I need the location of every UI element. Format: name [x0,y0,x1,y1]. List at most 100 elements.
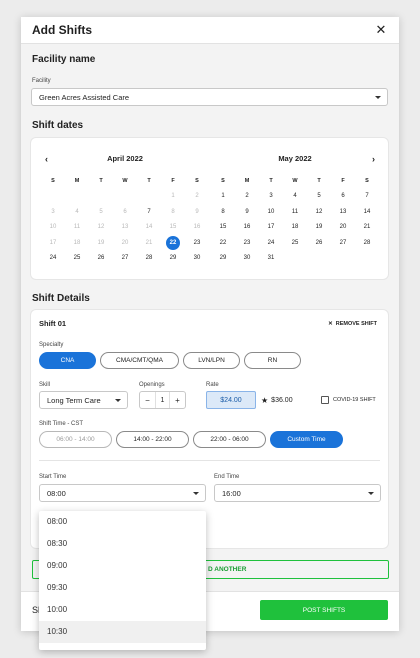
calendar-day-disabled: 9 [195,208,199,215]
calendar-day[interactable]: 10 [259,205,283,221]
weekday-label: T [99,178,103,184]
start-time-select[interactable]: 08:00 [39,484,206,502]
end-time-select[interactable]: 16:00 [214,484,381,502]
calendar-day[interactable]: 28 [137,251,161,267]
specialty-cna[interactable]: CNA [39,352,96,369]
calendar-day-disabled: 10 [49,224,57,230]
time-option-afternoon[interactable]: 14:00 - 22:00 [116,431,189,448]
modal-header: Add Shifts ✕ [21,17,399,44]
weekday-label: F [171,178,175,184]
chevron-down-icon [115,399,121,402]
calendar-day[interactable]: 25 [65,251,89,267]
calendar-week: 3 4 5 6 7 8 9 [41,205,209,221]
calendar-day[interactable]: 30 [185,251,209,267]
calendar-day[interactable]: 3 [259,189,283,205]
openings-stepper[interactable]: − 1 + [139,391,186,409]
add-another-label: D ANOTHER [208,566,247,573]
specialty-rn[interactable]: RN [244,352,301,369]
calendar-day[interactable]: 26 [89,251,113,267]
time-option-custom[interactable]: Custom Time [270,431,343,448]
specialty-cma[interactable]: CMA/CMT/QMA [100,352,179,369]
start-time-label: Start Time [39,474,67,480]
calendar-day[interactable]: 7 [355,189,379,205]
rate-input[interactable]: $24.00 [206,391,256,409]
calendar-day[interactable]: 15 [211,220,235,236]
calendar-month-may: May 2022 › SMTWTFS 1 2 3 4 5 6 7 8 9 10 11 12 13 14 15… [211,154,379,267]
weekday-label: M [74,178,80,184]
start-time-option[interactable]: 09:30 [39,577,206,599]
calendar-day[interactable]: 27 [331,236,355,252]
calendar-day[interactable]: 30 [235,251,259,267]
weekday-label: S [221,178,225,184]
calendar-day[interactable]: 2 [235,189,259,205]
calendar-day[interactable]: 31 [259,251,283,267]
calendar-empty-cell [113,189,137,205]
calendar-day[interactable]: 11 [283,205,307,221]
calendar-day-disabled: 5 [99,208,103,215]
calendar-day[interactable]: 13 [331,205,355,221]
calendar-day[interactable]: 19 [307,220,331,236]
time-option-morning[interactable]: 06:00 - 14:00 [39,431,112,448]
calendar-day[interactable]: 12 [307,205,331,221]
time-option-night[interactable]: 22:00 - 06:00 [193,431,266,448]
rate-alt: ★ $36.00 [261,391,293,409]
calendar-day-disabled: 4 [75,208,79,215]
calendar-day[interactable]: 29 [161,251,185,267]
start-time-option[interactable]: 09:00 [39,555,206,577]
calendar-day[interactable]: 20 [331,220,355,236]
calendar-day[interactable]: 5 [307,189,331,205]
remove-shift-button[interactable]: ✕ REMOVE SHIFT [328,321,377,327]
start-time-option[interactable]: 08:30 [39,533,206,555]
plus-icon[interactable]: + [170,392,185,408]
minus-icon[interactable]: − [140,392,155,408]
calendar-day[interactable]: 29 [211,251,235,267]
chevron-right-icon[interactable]: › [372,154,375,164]
calendar-day-disabled: 3 [51,208,55,215]
calendar-day-disabled: 19 [97,239,105,246]
calendar-day[interactable]: 8 [211,205,235,221]
calendar-day[interactable]: 18 [283,220,307,236]
skill-label: Skill [39,382,51,388]
weekday-label: T [317,178,321,184]
calendar-day[interactable]: 23 [235,236,259,252]
calendar-day[interactable]: 24 [259,236,283,252]
weekday-row: SMTWTFS [211,173,379,189]
calendar-day[interactable]: 1 [211,189,235,205]
start-time-option[interactable]: 10:00 [39,599,206,621]
calendar-day[interactable]: 14 [355,205,379,221]
calendar-week: 22 23 24 25 26 27 28 [211,236,379,252]
calendar-day[interactable]: 16 [235,220,259,236]
calendar-day[interactable]: 7 [137,205,161,221]
rate-alt-value: $36.00 [271,396,293,404]
post-shifts-button[interactable]: POST SHIFTS [260,600,388,620]
calendar-day[interactable]: 23 [185,236,209,252]
calendar-day[interactable]: 24 [41,251,65,267]
calendar-day[interactable]: 21 [355,220,379,236]
calendar-day[interactable]: 9 [235,205,259,221]
star-icon: ★ [261,395,269,405]
calendar-day-disabled: 16 [193,224,201,230]
calendar-day-disabled: 14 [145,224,153,230]
calendar-day-disabled: 18 [73,239,81,246]
covid-checkbox[interactable] [321,396,329,404]
chevron-left-icon[interactable]: ‹ [45,154,48,164]
calendar-day[interactable]: 6 [331,189,355,205]
start-time-option-highlighted[interactable]: 10:30 [39,621,206,643]
skill-select[interactable]: Long Term Care [39,391,128,409]
calendar-day[interactable]: 17 [259,220,283,236]
calendar-empty-cell [137,189,161,205]
calendar-day-selected[interactable]: 22 [161,235,185,252]
calendar-day[interactable]: 28 [355,236,379,252]
calendar-day[interactable]: 27 [113,251,137,267]
calendar-day[interactable]: 22 [211,236,235,252]
facility-select[interactable]: Green Acres Assisted Care [31,88,388,106]
calendar-day[interactable]: 4 [283,189,307,205]
shift-dates-section-title: Shift dates [32,120,84,131]
shift-title: Shift 01 [39,319,67,328]
calendar-day[interactable]: 25 [283,236,307,252]
specialty-lvn[interactable]: LVN/LPN [183,352,240,369]
close-icon[interactable]: ✕ [374,22,388,38]
calendar-day[interactable]: 26 [307,236,331,252]
start-time-option[interactable]: 08:00 [39,511,206,533]
calendar-week: 17 18 19 20 21 22 23 [41,235,209,252]
